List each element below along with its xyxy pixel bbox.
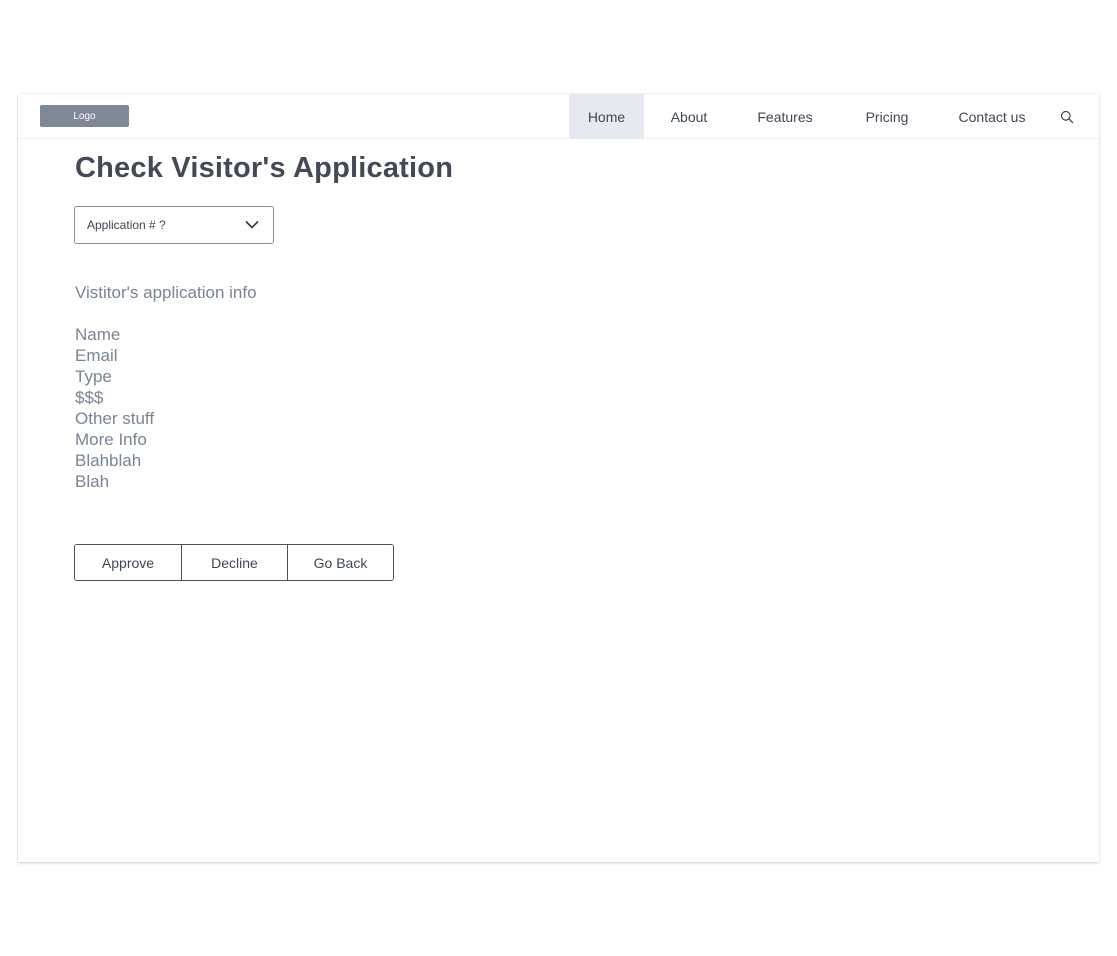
info-field-type: Type (75, 367, 112, 386)
app-window: Logo Home About Features Pricing Contact… (18, 94, 1099, 862)
nav-item-features[interactable]: Features (740, 94, 830, 139)
info-field-more-info: More Info (75, 430, 147, 449)
info-field-other-stuff: Other stuff (75, 409, 155, 428)
application-info-list: Name Email Type $$$ Other stuff More Inf… (75, 324, 154, 492)
action-button-group: Approve Decline Go Back (74, 544, 394, 581)
info-field-amount: $$$ (75, 388, 104, 407)
application-select[interactable]: Application # ? (74, 206, 274, 244)
logo[interactable]: Logo (40, 105, 129, 127)
info-field-email: Email (75, 346, 118, 365)
chevron-down-icon (245, 221, 259, 229)
info-field-blah: Blah (75, 472, 110, 491)
decline-button[interactable]: Decline (181, 545, 287, 580)
info-field-name: Name (75, 325, 121, 344)
top-navbar: Logo Home About Features Pricing Contact… (18, 94, 1099, 139)
info-field-blahblah: Blahblah (75, 451, 142, 470)
nav-item-pricing[interactable]: Pricing (844, 94, 930, 139)
approve-button[interactable]: Approve (75, 545, 181, 580)
search-icon (1060, 110, 1074, 124)
section-heading: Vistitor's application info (75, 283, 257, 302)
nav-item-about[interactable]: About (653, 94, 725, 139)
nav-item-contact-us[interactable]: Contact us (944, 94, 1040, 139)
application-select-value: Application # ? (87, 218, 166, 232)
page-title: Check Visitor's Application (75, 152, 454, 184)
go-back-button[interactable]: Go Back (287, 545, 393, 580)
nav-item-home[interactable]: Home (569, 94, 644, 139)
search-button[interactable] (1054, 107, 1080, 127)
